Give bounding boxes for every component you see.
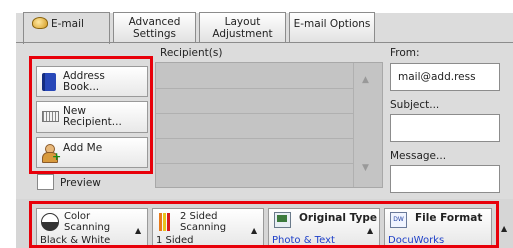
tab-advanced-label-1: Advanced — [128, 16, 181, 28]
list-row-divider — [156, 88, 354, 89]
color-label-1: Color — [64, 211, 91, 222]
message-field[interactable] — [390, 165, 500, 193]
person-add-icon: + — [42, 144, 61, 163]
tab-divider — [16, 42, 513, 43]
sided-label-1: 2 Sided — [180, 211, 218, 222]
add-me-button[interactable]: + Add Me — [36, 137, 148, 168]
sided-label-2: Scanning — [180, 222, 227, 233]
address-book-button[interactable]: Address Book... — [36, 66, 148, 97]
file-format-button[interactable]: DW File Format DocuWorks — [384, 208, 492, 248]
chevron-up-icon: ▲ — [251, 226, 258, 235]
color-value: Black & White — [40, 235, 111, 246]
sided-value: 1 Sided — [156, 235, 194, 246]
recipient-list[interactable]: ▲ ▼ — [155, 62, 383, 188]
color-mode-icon — [41, 213, 59, 231]
file-format-icon: DW — [390, 212, 407, 228]
tab-advanced-label-2: Settings — [132, 28, 177, 40]
subject-label[interactable]: Subject... — [390, 99, 439, 111]
address-book-label-2: Book... — [63, 81, 100, 93]
tab-layout-adjustment[interactable]: Layout Adjustment — [199, 12, 286, 42]
recipient-scrollbar[interactable]: ▲ ▼ — [353, 63, 382, 187]
original-type-button[interactable]: Original Type ▲ Photo & Text — [268, 208, 380, 248]
color-scanning-button[interactable]: Color Scanning ▲ Black & White — [36, 208, 148, 248]
add-me-label: Add Me — [63, 142, 103, 154]
recipients-header: Recipient(s) — [160, 47, 223, 59]
tab-advanced-settings[interactable]: Advanced Settings — [113, 12, 196, 42]
list-row-divider — [156, 138, 354, 139]
chevron-up-icon: ▲ — [135, 226, 142, 235]
keyboard-icon — [42, 111, 59, 122]
tab-layout-label-2: Adjustment — [212, 28, 273, 40]
message-label[interactable]: Message... — [390, 150, 446, 162]
new-recipient-label-2: Recipient... — [63, 116, 122, 128]
original-type-label: Original Type — [299, 212, 378, 224]
preview-checkbox[interactable] — [37, 174, 54, 190]
tab-email-options[interactable]: E-mail Options — [289, 12, 375, 42]
tab-layout-label-1: Layout — [224, 16, 261, 28]
tab-options-label: E-mail Options — [293, 18, 371, 30]
scroll-down-icon[interactable]: ▼ — [362, 163, 369, 173]
scroll-up-icon[interactable]: ▲ — [362, 75, 369, 85]
file-format-label: File Format — [415, 212, 483, 224]
tab-email[interactable]: E-mail — [23, 12, 110, 44]
subject-field[interactable] — [390, 114, 500, 142]
new-recipient-button[interactable]: New Recipient... — [36, 101, 148, 133]
from-field[interactable]: mail@add.ress — [390, 63, 500, 91]
list-row-divider — [156, 163, 354, 164]
original-type-value: Photo & Text — [272, 235, 335, 246]
duplex-icon — [159, 213, 173, 231]
file-format-value: DocuWorks — [388, 235, 445, 246]
original-type-icon — [274, 212, 291, 228]
list-row-divider — [156, 113, 354, 114]
chevron-up-icon: ▲ — [367, 226, 374, 235]
color-label-2: Scanning — [64, 222, 111, 233]
two-sided-scanning-button[interactable]: 2 Sided Scanning ▲ 1 Sided — [152, 208, 264, 248]
preview-label: Preview — [60, 177, 101, 189]
email-envelope-icon — [32, 17, 48, 29]
from-label: From: — [390, 47, 420, 59]
chevron-up-icon[interactable]: ▲ — [501, 224, 507, 233]
address-book-icon — [42, 73, 56, 91]
